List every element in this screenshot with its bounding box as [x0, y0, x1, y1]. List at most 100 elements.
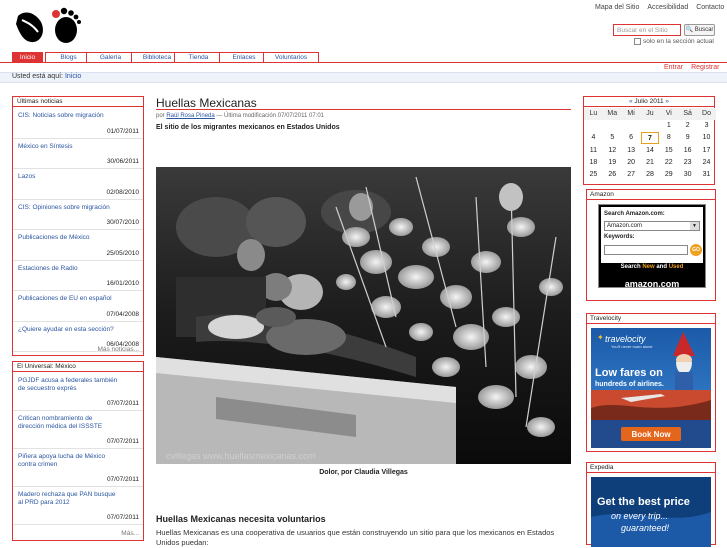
calendar-prev-month[interactable]: «	[629, 98, 633, 105]
news-item-date: 01/07/2011	[106, 127, 139, 135]
calendar-day[interactable]: 29	[659, 169, 678, 181]
calendar-day[interactable]: 7	[640, 132, 660, 144]
page-description: El sitio de los migrantes mexicanos en E…	[156, 124, 340, 131]
calendar-day[interactable]: 9	[678, 132, 697, 144]
news-item-link[interactable]: México en Síntesis	[18, 143, 118, 151]
more-link[interactable]: Más noticias...	[97, 346, 139, 353]
amazon-promo-and: and	[656, 264, 668, 270]
calendar-day[interactable]: 28	[641, 169, 660, 181]
calendar-weekday: Do	[697, 108, 716, 120]
tab-underline	[0, 62, 727, 63]
news-item-date: 07/07/2011	[106, 438, 139, 445]
amazon-go-button[interactable]: GO	[690, 244, 702, 256]
news-item-link[interactable]: Lazos	[18, 173, 118, 181]
amazon-logo[interactable]: amazon.com	[599, 279, 705, 289]
el-universal-portlet: El Universal: México PGJDF acusa a feder…	[12, 361, 144, 541]
amazon-search-form: Search Amazon.com: Amazon.com ▼ Keywords…	[601, 207, 703, 263]
calendar-day[interactable]: 30	[678, 169, 697, 181]
section-only-checkbox[interactable]	[634, 38, 641, 45]
news-item-link[interactable]: Estaciones de Radio	[18, 265, 118, 273]
expedia-title: Expedia	[587, 463, 715, 473]
more-link[interactable]: Más...	[121, 530, 139, 537]
calendar-day[interactable]: 1	[659, 120, 678, 132]
news-item-link[interactable]: ¿Quiere ayudar en esta sección?	[18, 326, 118, 334]
calendar-day[interactable]: 21	[641, 157, 660, 169]
calendar-day[interactable]: 24	[697, 157, 716, 169]
search-button[interactable]: 🔍 Buscar	[684, 24, 715, 36]
calendar-day[interactable]: 5	[603, 132, 622, 144]
site-map-link[interactable]: Mapa del Sitio	[595, 4, 639, 11]
calendar-header: « Julio 2011 »	[584, 97, 714, 107]
author-link[interactable]: Raúl Rosa Pineda	[166, 113, 214, 119]
calendar-day[interactable]: 23	[678, 157, 697, 169]
byline: por Raúl Rosa Pineda — Última modificaci…	[156, 113, 324, 119]
calendar-day[interactable]: 13	[622, 145, 641, 157]
news-item-link[interactable]: Publicaciones de EU en español	[18, 295, 118, 303]
calendar-day[interactable]: 14	[641, 145, 660, 157]
amazon-store-select[interactable]: Amazon.com ▼	[604, 221, 700, 231]
list-item: Piñera apoya lucha de México contra crim…	[13, 449, 143, 487]
news-item-link[interactable]: Critican nombramiento de dirección médic…	[18, 415, 118, 431]
calendar-day[interactable]: 22	[659, 157, 678, 169]
news-item-date: 30/07/2010	[106, 219, 139, 226]
news-item-date: 30/06/2011	[106, 158, 139, 165]
calendar-day[interactable]: 17	[697, 145, 716, 157]
calendar-day[interactable]: 11	[584, 145, 603, 157]
news-item-link[interactable]: PGJDF acusa a federales también de secue…	[18, 377, 118, 393]
title-divider	[156, 109, 571, 110]
calendar-day[interactable]: 27	[622, 169, 641, 181]
photo-caption: Dolor, por Claudia Villegas	[319, 469, 408, 476]
calendar-day[interactable]: 3	[697, 120, 716, 132]
amazon-search-widget: Search Amazon.com: Amazon.com ▼ Keywords…	[598, 204, 706, 289]
calendar-day[interactable]: 2	[678, 120, 697, 132]
calendar-day[interactable]: 31	[697, 169, 716, 181]
search-input[interactable]: Buscar en el Sitio	[613, 24, 681, 36]
calendar-day[interactable]: 18	[584, 157, 603, 169]
calendar-day[interactable]: 20	[622, 157, 641, 169]
calendar-day[interactable]: 12	[603, 145, 622, 157]
calendar-next-month[interactable]: »	[665, 98, 669, 105]
site-actions: Mapa del Sitio Accesibilidad Contacto	[595, 4, 727, 11]
calendar-day[interactable]: 6	[622, 132, 641, 144]
amazon-promo-text: Search New and Used	[599, 264, 705, 271]
contact-link[interactable]: Contacto	[696, 4, 724, 11]
news-item-link[interactable]: Publicaciones de México	[18, 234, 118, 242]
travelocity-ad[interactable]: travelocity ✦ You'll never roam alone Lo…	[591, 328, 711, 448]
calendar-day[interactable]: 10	[697, 132, 716, 144]
byline-modified: — Última modificación 07/07/2011 07:01	[216, 113, 325, 119]
star-icon: ✦	[597, 333, 604, 342]
calendar-day[interactable]: 8	[659, 132, 678, 144]
expedia-ad[interactable]: Get the best price on every trip... guar…	[591, 477, 711, 547]
register-link[interactable]: Registrar	[691, 64, 719, 71]
calendar-day	[622, 120, 641, 132]
login-link[interactable]: Entrar	[664, 64, 683, 71]
calendar-day[interactable]: 16	[678, 145, 697, 157]
login-links: Entrar Registrar	[656, 64, 719, 71]
news-item-date: 16/01/2010	[106, 280, 139, 287]
calendar-day[interactable]: 25	[584, 169, 603, 181]
news-item-link[interactable]: CIS: Opiniones sobre migración	[18, 204, 118, 212]
news-item-link[interactable]: Madero rechaza que PAN busque al PRD par…	[18, 491, 118, 507]
calendar-day[interactable]: 15	[659, 145, 678, 157]
featured-photo: cvillegas www.huellasmexicanas.com	[156, 167, 571, 464]
calendar-day[interactable]: 4	[584, 132, 603, 144]
calendar-day	[584, 120, 603, 132]
list-item: Critican nombramiento de dirección médic…	[13, 411, 143, 449]
footprint-logo[interactable]	[12, 6, 82, 46]
amazon-keywords-input[interactable]	[604, 245, 688, 255]
news-item-link[interactable]: Piñera apoya lucha de México contra crim…	[18, 453, 118, 469]
amazon-keywords-label: Keywords:	[604, 234, 635, 240]
calendar-day[interactable]: 19	[603, 157, 622, 169]
news-item-link[interactable]: CIS: Noticias sobre migración	[18, 112, 118, 120]
section-heading: Huellas Mexicanas necesita voluntarios	[156, 514, 326, 524]
calendar-weekday: Ju	[640, 108, 660, 120]
news-item-date: 07/07/2011	[106, 514, 139, 521]
body-text: Huellas Mexicanas es una cooperativa de …	[156, 528, 555, 547]
news-item-date: 07/07/2011	[106, 400, 139, 407]
calendar-day[interactable]: 26	[603, 169, 622, 181]
breadcrumb-current[interactable]: Inicio	[65, 73, 81, 80]
expedia-portlet: Expedia Get the best price on every trip…	[586, 462, 716, 547]
accessibility-link[interactable]: Accesibilidad	[647, 4, 688, 11]
news-item-date: 25/05/2010	[106, 249, 139, 257]
calendar-weekday: Mi	[621, 108, 641, 120]
